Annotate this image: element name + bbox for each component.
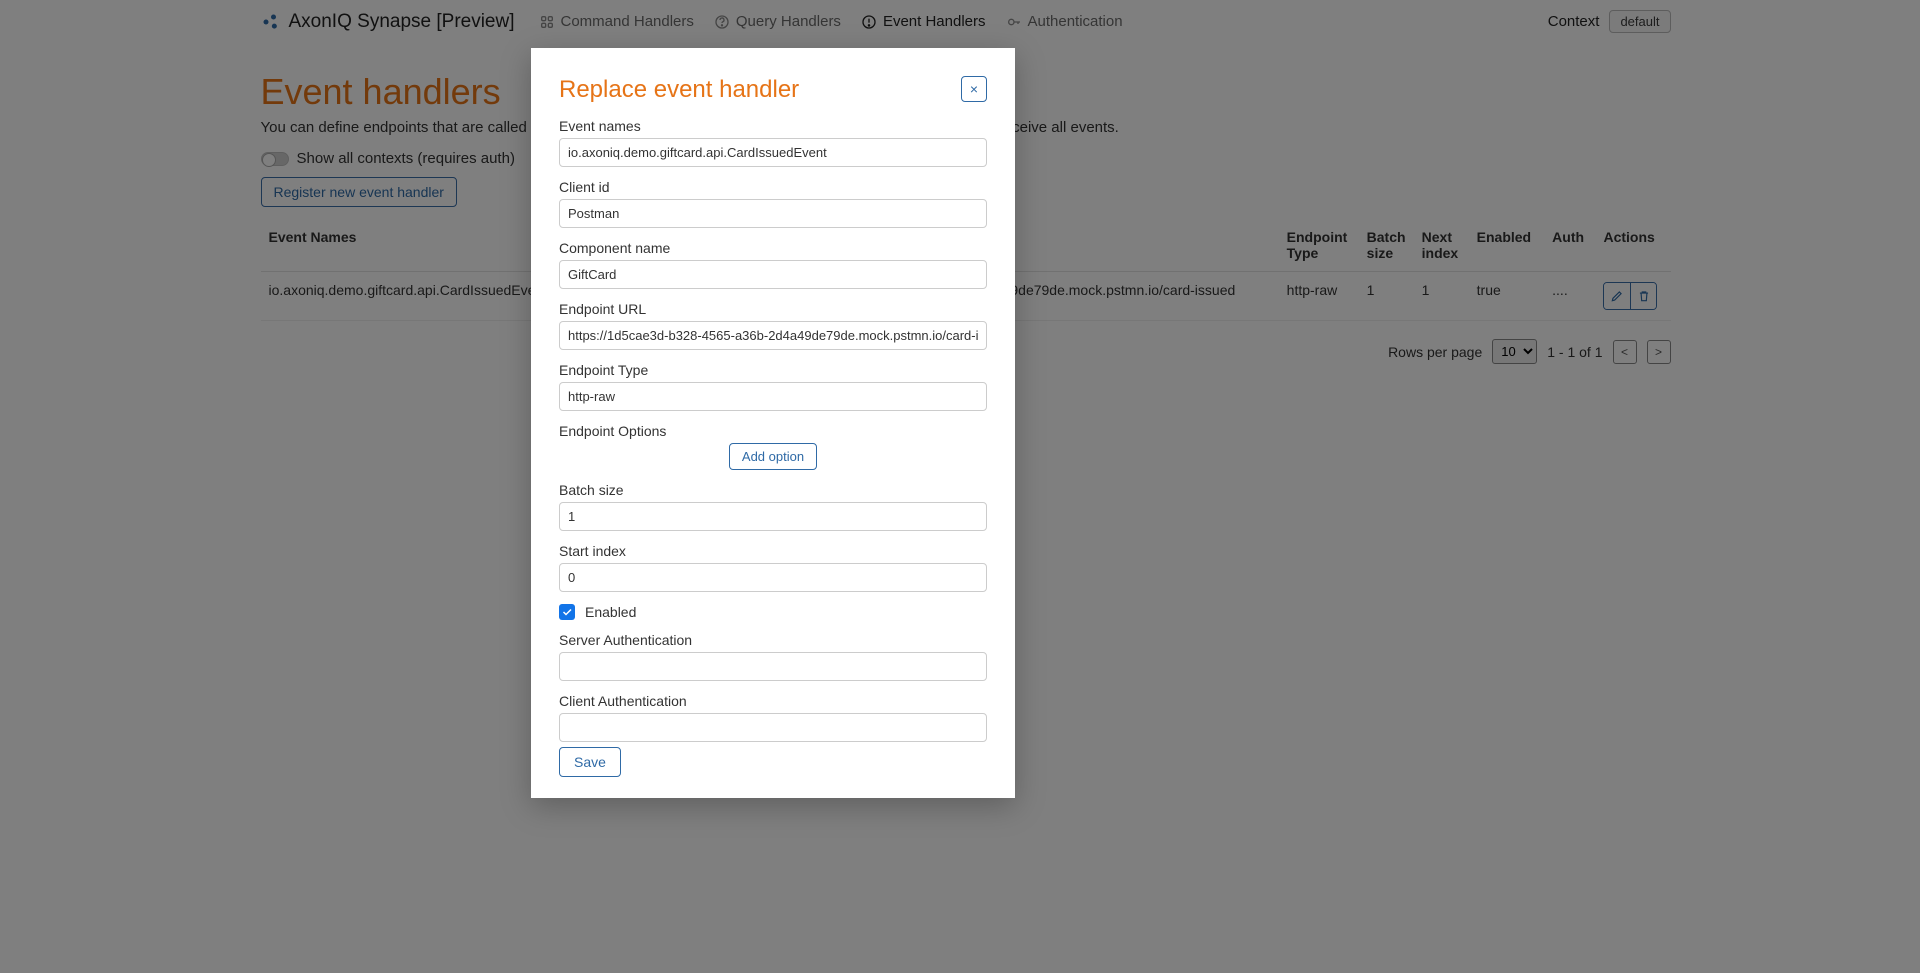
server-auth-input[interactable] [559, 652, 987, 681]
add-option-button[interactable]: Add option [729, 443, 817, 470]
event-names-input[interactable] [559, 138, 987, 167]
event-names-label: Event names [559, 118, 987, 134]
client-id-label: Client id [559, 179, 987, 195]
batch-size-label: Batch size [559, 482, 987, 498]
start-index-input[interactable] [559, 563, 987, 592]
check-icon [561, 606, 573, 618]
client-id-input[interactable] [559, 199, 987, 228]
batch-size-input[interactable] [559, 502, 987, 531]
modal-close-button[interactable]: × [961, 76, 987, 102]
save-button[interactable]: Save [559, 747, 621, 777]
endpoint-type-input[interactable] [559, 382, 987, 411]
client-auth-input[interactable] [559, 713, 987, 742]
endpoint-url-input[interactable] [559, 321, 987, 350]
enabled-label: Enabled [585, 604, 636, 620]
modal-title: Replace event handler [559, 76, 799, 104]
modal-header: Replace event handler × [559, 76, 987, 104]
start-index-label: Start index [559, 543, 987, 559]
endpoint-type-label: Endpoint Type [559, 362, 987, 378]
component-name-label: Component name [559, 240, 987, 256]
endpoint-options-label: Endpoint Options [559, 423, 987, 439]
component-name-input[interactable] [559, 260, 987, 289]
server-auth-label: Server Authentication [559, 632, 987, 648]
endpoint-url-label: Endpoint URL [559, 301, 987, 317]
replace-event-handler-modal: Replace event handler × Event names Clie… [531, 48, 1015, 798]
client-auth-label: Client Authentication [559, 693, 987, 709]
enabled-checkbox[interactable] [559, 604, 575, 620]
